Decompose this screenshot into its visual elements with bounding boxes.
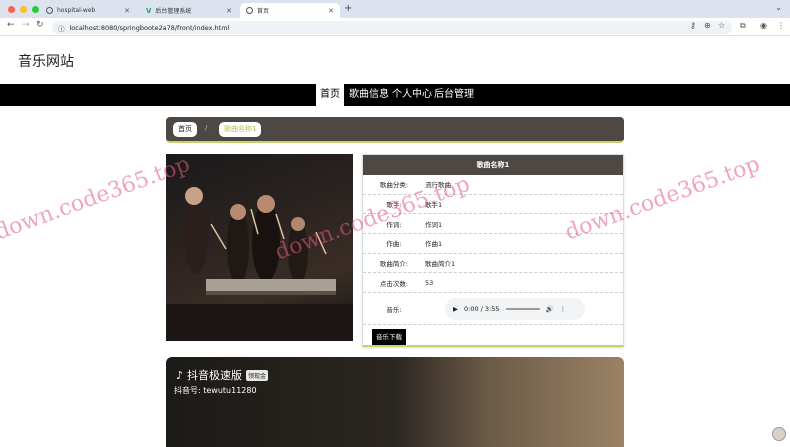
menu-icon[interactable]: ⋮ xyxy=(777,21,785,30)
close-tab-icon[interactable]: ✕ xyxy=(328,7,334,15)
nav-songs[interactable]: 歌曲信息 xyxy=(345,84,393,106)
ad-title-text: 抖音极速版 xyxy=(187,369,243,382)
info-value: 歌曲简介1 xyxy=(425,260,456,269)
forward-icon[interactable]: → xyxy=(22,20,30,30)
site-info-icon[interactable]: ⓘ xyxy=(58,23,65,33)
info-row-clicks: 点击次数: 53 xyxy=(363,273,623,294)
info-label: 歌手: xyxy=(386,201,402,210)
song-cover-image xyxy=(166,154,353,341)
address-bar[interactable]: ⓘ localhost:8080/springboote2a78/front/i… xyxy=(52,21,732,34)
breadcrumb-current: 歌曲名称1 xyxy=(219,122,262,137)
info-label: 作词: xyxy=(386,220,402,229)
browser-tab-hospital[interactable]: hospital-web ✕ xyxy=(40,3,136,18)
assistant-avatar[interactable] xyxy=(772,427,786,441)
info-label: 歌曲简介: xyxy=(379,260,409,269)
info-label: 点击次数: xyxy=(379,279,409,288)
close-tab-icon[interactable]: ✕ xyxy=(226,7,232,15)
info-value: 作曲1 xyxy=(425,240,443,249)
ad-tag: 领现金 xyxy=(246,369,269,381)
tab-label: hospital-web xyxy=(57,7,96,14)
nav-admin[interactable]: 后台管理 xyxy=(430,84,478,106)
bookmark-star-icon[interactable]: ☆ xyxy=(718,21,725,30)
main-nav: 首页 歌曲信息 个人中心 后台管理 xyxy=(0,84,790,106)
nav-profile[interactable]: 个人中心 xyxy=(388,84,436,106)
breadcrumb-home[interactable]: 首页 xyxy=(173,122,197,137)
video-ad-card[interactable]: ♪ 抖音极速版 领现金 抖音号: tewutu11280 xyxy=(166,357,624,447)
new-tab-icon[interactable]: + xyxy=(344,3,352,14)
tab-label: 后台管理系统 xyxy=(155,8,192,15)
info-label: 歌曲分类: xyxy=(379,181,409,190)
key-icon[interactable]: ⚷ xyxy=(690,21,696,30)
tab-label: 首页 xyxy=(257,8,270,15)
info-row-intro: 歌曲简介: 歌曲简介1 xyxy=(363,254,623,274)
ad-account-id: 抖音号: tewutu11280 xyxy=(174,386,257,395)
audio-more-icon[interactable]: ⋮ xyxy=(560,305,567,313)
browser-toolbar: ← → ↻ ⓘ localhost:8080/springboote2a78/f… xyxy=(0,18,790,36)
percussion-photo xyxy=(166,187,353,341)
url-text: localhost:8080/springboote2a78/front/ind… xyxy=(69,23,230,32)
info-row-composer: 作曲: 作曲1 xyxy=(363,234,623,254)
globe-icon xyxy=(46,7,53,14)
nav-home[interactable]: 首页 xyxy=(316,84,344,106)
tab-list-chevron-icon[interactable]: ⌄ xyxy=(775,3,782,12)
info-value: 53 xyxy=(425,278,434,287)
page-content: 音乐网站 首页 歌曲信息 个人中心 后台管理 首页 / 歌曲名称1 歌曲名称1 … xyxy=(0,36,790,447)
breadcrumb: 首页 / 歌曲名称1 xyxy=(166,117,624,143)
zoom-icon[interactable]: ⊕ xyxy=(704,21,711,30)
globe-icon xyxy=(246,7,253,14)
ad-title: ♪ 抖音极速版 领现金 xyxy=(176,367,269,383)
site-title: 音乐网站 xyxy=(18,54,74,70)
close-window-icon[interactable] xyxy=(8,6,15,13)
info-value: 流行歌曲 xyxy=(425,181,451,190)
back-icon[interactable]: ← xyxy=(7,20,15,30)
song-info-header: 歌曲名称1 xyxy=(363,155,623,175)
v-logo-icon: V xyxy=(146,6,152,15)
info-value: 作词1 xyxy=(425,220,443,229)
close-tab-icon[interactable]: ✕ xyxy=(124,7,130,15)
info-row-singer: 歌手: 歌手1 xyxy=(363,195,623,215)
profile-icon[interactable]: ◉ xyxy=(760,21,767,30)
browser-tabbar: hospital-web ✕ V 后台管理系统 ✕ 首页 ✕ + ⌄ xyxy=(0,0,790,18)
douyin-logo-icon: ♪ xyxy=(176,368,184,382)
browser-tab-admin[interactable]: V 后台管理系统 ✕ xyxy=(140,3,238,18)
audio-time: 0:00 / 3:55 xyxy=(464,304,500,313)
minimize-window-icon[interactable] xyxy=(20,6,27,13)
audio-player: ▶ 0:00 / 3:55 🔊 ⋮ xyxy=(445,297,585,320)
info-value: 歌手1 xyxy=(425,201,443,210)
info-row-category: 歌曲分类: 流行歌曲 xyxy=(363,175,623,195)
info-label: 作曲: xyxy=(386,240,402,249)
breadcrumb-separator: / xyxy=(205,124,208,132)
audio-progress-track[interactable] xyxy=(505,307,540,310)
song-info-card: 歌曲名称1 歌曲分类: 流行歌曲 歌手: 歌手1 作词: 作词1 作曲: 作曲1… xyxy=(362,154,624,347)
info-row-lyricist: 作词: 作词1 xyxy=(363,214,623,235)
volume-icon[interactable]: 🔊 xyxy=(546,305,554,313)
extensions-icon[interactable]: ⧉ xyxy=(740,21,746,31)
browser-tab-home[interactable]: 首页 ✕ xyxy=(240,3,340,18)
reload-icon[interactable]: ↻ xyxy=(36,20,44,30)
window-controls[interactable] xyxy=(8,6,39,13)
download-button[interactable]: 音乐下载 xyxy=(372,329,406,345)
info-row-music: 音乐: ▶ 0:00 / 3:55 🔊 ⋮ xyxy=(363,293,623,326)
play-icon[interactable]: ▶ xyxy=(453,305,458,313)
maximize-window-icon[interactable] xyxy=(32,6,39,13)
watermark: down.code365.top xyxy=(0,151,194,246)
info-label: 音乐: xyxy=(386,305,402,314)
